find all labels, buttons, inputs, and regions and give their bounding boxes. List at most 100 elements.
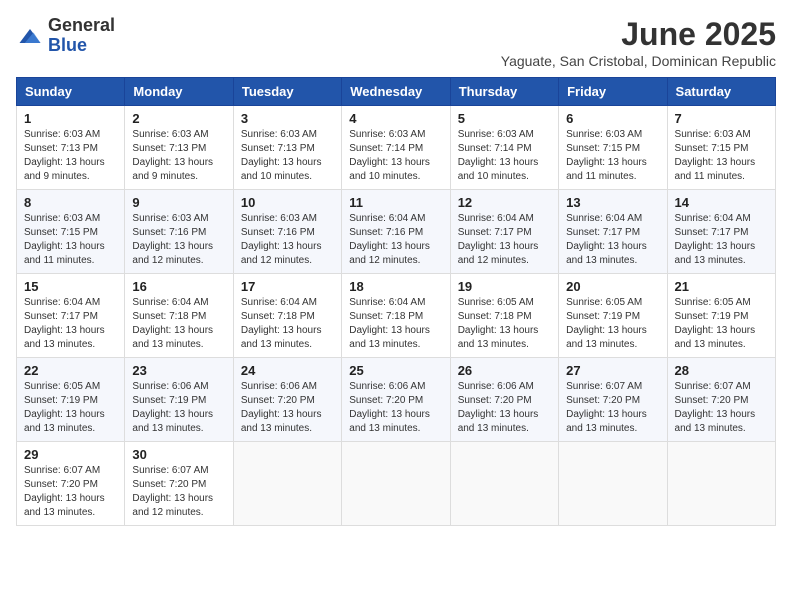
day-number: 13: [566, 195, 659, 210]
location-subtitle: Yaguate, San Cristobal, Dominican Republ…: [501, 53, 776, 69]
day-header-saturday: Saturday: [667, 78, 775, 106]
day-number: 12: [458, 195, 551, 210]
logo-icon: [16, 22, 44, 50]
calendar-cell: 12 Sunrise: 6:04 AM Sunset: 7:17 PM Dayli…: [450, 190, 558, 274]
calendar-cell: 20Sunrise: 6:05 AM Sunset: 7:19 PM Dayli…: [559, 274, 667, 358]
calendar-cell: 26 Sunrise: 6:06 AM Sunset: 7:20 PM Dayli…: [450, 358, 558, 442]
day-number: 2: [132, 111, 225, 126]
calendar-cell: 14 Sunrise: 6:04 AM Sunset: 7:17 PM Dayli…: [667, 190, 775, 274]
logo-general-text: General: [48, 15, 115, 35]
cell-content: Sunrise: 6:04 AM Sunset: 7:17 PM Dayligh…: [675, 212, 768, 268]
calendar-cell: 6Sunrise: 6:03 AM Sunset: 7:15 PM Daylig…: [559, 106, 667, 190]
day-header-friday: Friday: [559, 78, 667, 106]
cell-content: Sunrise: 6:06 AM Sunset: 7:19 PM Dayligh…: [132, 380, 225, 436]
day-header-sunday: Sunday: [17, 78, 125, 106]
day-number: 26: [458, 363, 551, 378]
cell-content: Sunrise: 6:03 AM Sunset: 7:14 PM Dayligh…: [458, 128, 551, 184]
calendar-body: 1 Sunrise: 6:03 AM Sunset: 7:13 PM Daylig…: [17, 106, 776, 526]
calendar-header-row: SundayMondayTuesdayWednesdayThursdayFrid…: [17, 78, 776, 106]
day-number: 14: [675, 195, 768, 210]
day-number: 15: [24, 279, 117, 294]
day-number: 9: [132, 195, 225, 210]
cell-content: Sunrise: 6:07 AM Sunset: 7:20 PM Dayligh…: [675, 380, 768, 436]
calendar-cell: 3 Sunrise: 6:03 AM Sunset: 7:13 PM Daylig…: [233, 106, 341, 190]
day-number: 27: [566, 363, 659, 378]
calendar-cell: [559, 442, 667, 526]
cell-content: Sunrise: 6:03 AM Sunset: 7:13 PM Dayligh…: [24, 128, 117, 184]
cell-content: Sunrise: 6:04 AM Sunset: 7:18 PM Dayligh…: [349, 296, 442, 352]
day-number: 25: [349, 363, 442, 378]
calendar-cell: 21 Sunrise: 6:05 AM Sunset: 7:19 PM Dayli…: [667, 274, 775, 358]
calendar-cell: [667, 442, 775, 526]
day-number: 28: [675, 363, 768, 378]
day-number: 19: [458, 279, 551, 294]
calendar-cell: 22Sunrise: 6:05 AM Sunset: 7:19 PM Dayli…: [17, 358, 125, 442]
calendar-cell: 10Sunrise: 6:03 AM Sunset: 7:16 PM Dayli…: [233, 190, 341, 274]
calendar-cell: 5 Sunrise: 6:03 AM Sunset: 7:14 PM Daylig…: [450, 106, 558, 190]
day-number: 17: [241, 279, 334, 294]
calendar-cell: [450, 442, 558, 526]
day-number: 1: [24, 111, 117, 126]
day-number: 24: [241, 363, 334, 378]
calendar-week-5: 29 Sunrise: 6:07 AM Sunset: 7:20 PM Dayli…: [17, 442, 776, 526]
cell-content: Sunrise: 6:05 AM Sunset: 7:18 PM Dayligh…: [458, 296, 551, 352]
calendar-cell: 4 Sunrise: 6:03 AM Sunset: 7:14 PM Daylig…: [342, 106, 450, 190]
calendar-cell: 25 Sunrise: 6:06 AM Sunset: 7:20 PM Dayli…: [342, 358, 450, 442]
day-header-monday: Monday: [125, 78, 233, 106]
calendar-cell: 16Sunrise: 6:04 AM Sunset: 7:18 PM Dayli…: [125, 274, 233, 358]
cell-content: Sunrise: 6:03 AM Sunset: 7:15 PM Dayligh…: [675, 128, 768, 184]
calendar-week-3: 15 Sunrise: 6:04 AM Sunset: 7:17 PM Dayli…: [17, 274, 776, 358]
cell-content: Sunrise: 6:03 AM Sunset: 7:13 PM Dayligh…: [241, 128, 334, 184]
calendar-cell: 30Sunrise: 6:07 AM Sunset: 7:20 PM Dayli…: [125, 442, 233, 526]
day-header-wednesday: Wednesday: [342, 78, 450, 106]
cell-content: Sunrise: 6:07 AM Sunset: 7:20 PM Dayligh…: [566, 380, 659, 436]
day-number: 7: [675, 111, 768, 126]
calendar-cell: 28 Sunrise: 6:07 AM Sunset: 7:20 PM Dayli…: [667, 358, 775, 442]
calendar-cell: 24 Sunrise: 6:06 AM Sunset: 7:20 PM Dayli…: [233, 358, 341, 442]
calendar-cell: 1 Sunrise: 6:03 AM Sunset: 7:13 PM Daylig…: [17, 106, 125, 190]
cell-content: Sunrise: 6:03 AM Sunset: 7:14 PM Dayligh…: [349, 128, 442, 184]
cell-content: Sunrise: 6:06 AM Sunset: 7:20 PM Dayligh…: [241, 380, 334, 436]
day-number: 8: [24, 195, 117, 210]
calendar-cell: 27 Sunrise: 6:07 AM Sunset: 7:20 PM Dayli…: [559, 358, 667, 442]
day-number: 18: [349, 279, 442, 294]
cell-content: Sunrise: 6:03 AM Sunset: 7:16 PM Dayligh…: [132, 212, 225, 268]
calendar-week-4: 22Sunrise: 6:05 AM Sunset: 7:19 PM Dayli…: [17, 358, 776, 442]
cell-content: Sunrise: 6:06 AM Sunset: 7:20 PM Dayligh…: [458, 380, 551, 436]
day-number: 11: [349, 195, 442, 210]
logo-blue-text: Blue: [48, 35, 87, 55]
calendar-cell: 18 Sunrise: 6:04 AM Sunset: 7:18 PM Dayli…: [342, 274, 450, 358]
cell-content: Sunrise: 6:04 AM Sunset: 7:17 PM Dayligh…: [24, 296, 117, 352]
month-title: June 2025: [501, 16, 776, 53]
day-number: 3: [241, 111, 334, 126]
calendar-cell: 17 Sunrise: 6:04 AM Sunset: 7:18 PM Dayli…: [233, 274, 341, 358]
cell-content: Sunrise: 6:04 AM Sunset: 7:18 PM Dayligh…: [241, 296, 334, 352]
day-header-thursday: Thursday: [450, 78, 558, 106]
cell-content: Sunrise: 6:05 AM Sunset: 7:19 PM Dayligh…: [24, 380, 117, 436]
calendar-cell: 23 Sunrise: 6:06 AM Sunset: 7:19 PM Dayli…: [125, 358, 233, 442]
calendar-cell: [342, 442, 450, 526]
day-number: 16: [132, 279, 225, 294]
day-number: 4: [349, 111, 442, 126]
day-number: 29: [24, 447, 117, 462]
calendar-cell: 2Sunrise: 6:03 AM Sunset: 7:13 PM Daylig…: [125, 106, 233, 190]
page-header: General Blue June 2025 Yaguate, San Cris…: [16, 16, 776, 69]
cell-content: Sunrise: 6:03 AM Sunset: 7:15 PM Dayligh…: [566, 128, 659, 184]
cell-content: Sunrise: 6:05 AM Sunset: 7:19 PM Dayligh…: [675, 296, 768, 352]
calendar-week-1: 1 Sunrise: 6:03 AM Sunset: 7:13 PM Daylig…: [17, 106, 776, 190]
cell-content: Sunrise: 6:03 AM Sunset: 7:16 PM Dayligh…: [241, 212, 334, 268]
cell-content: Sunrise: 6:04 AM Sunset: 7:17 PM Dayligh…: [458, 212, 551, 268]
calendar-table: SundayMondayTuesdayWednesdayThursdayFrid…: [16, 77, 776, 526]
day-header-tuesday: Tuesday: [233, 78, 341, 106]
day-number: 5: [458, 111, 551, 126]
calendar-cell: 29 Sunrise: 6:07 AM Sunset: 7:20 PM Dayli…: [17, 442, 125, 526]
calendar-cell: 19 Sunrise: 6:05 AM Sunset: 7:18 PM Dayli…: [450, 274, 558, 358]
calendar-cell: [233, 442, 341, 526]
cell-content: Sunrise: 6:07 AM Sunset: 7:20 PM Dayligh…: [24, 464, 117, 520]
day-number: 23: [132, 363, 225, 378]
calendar-cell: 11 Sunrise: 6:04 AM Sunset: 7:16 PM Dayli…: [342, 190, 450, 274]
calendar-cell: 15 Sunrise: 6:04 AM Sunset: 7:17 PM Dayli…: [17, 274, 125, 358]
day-number: 21: [675, 279, 768, 294]
cell-content: Sunrise: 6:04 AM Sunset: 7:16 PM Dayligh…: [349, 212, 442, 268]
cell-content: Sunrise: 6:06 AM Sunset: 7:20 PM Dayligh…: [349, 380, 442, 436]
